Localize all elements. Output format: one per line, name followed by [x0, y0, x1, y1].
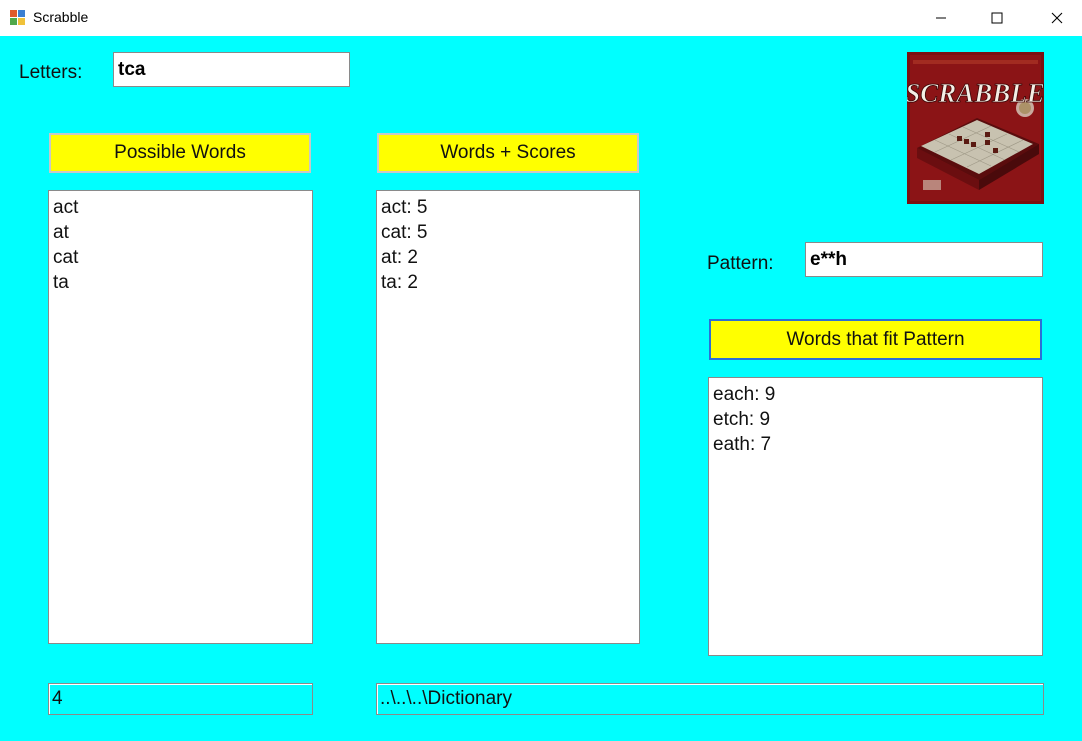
list-item[interactable]: act — [53, 195, 308, 220]
possible-words-button[interactable]: Possible Words — [49, 133, 311, 173]
list-item[interactable]: at: 2 — [381, 245, 635, 270]
maximize-button[interactable] — [974, 0, 1020, 36]
possible-words-list[interactable]: act at cat ta — [48, 190, 313, 644]
list-item[interactable]: each: 9 — [713, 382, 1038, 407]
list-item[interactable]: etch: 9 — [713, 407, 1038, 432]
list-item[interactable]: eath: 7 — [713, 432, 1038, 457]
close-icon — [1051, 12, 1063, 24]
pattern-label: Pattern: — [707, 253, 774, 274]
word-count-box: 4 — [48, 683, 313, 715]
pattern-words-list[interactable]: each: 9 etch: 9 eath: 7 — [708, 377, 1043, 656]
words-fit-pattern-button[interactable]: Words that fit Pattern — [709, 319, 1042, 360]
minimize-icon — [936, 17, 946, 19]
list-item[interactable]: ta: 2 — [381, 270, 635, 295]
list-item[interactable]: act: 5 — [381, 195, 635, 220]
window-title: Scrabble — [33, 9, 89, 25]
list-item[interactable]: ta — [53, 270, 308, 295]
list-item[interactable]: at — [53, 220, 308, 245]
letters-input[interactable]: tca — [113, 52, 350, 87]
dictionary-path-box: ..\..\..\Dictionary — [376, 683, 1044, 715]
words-scores-list[interactable]: act: 5 cat: 5 at: 2 ta: 2 — [376, 190, 640, 644]
close-button[interactable] — [1034, 0, 1080, 36]
scrabble-logo-text: SCRABBLE — [907, 78, 1044, 108]
pattern-input[interactable]: e**h — [805, 242, 1043, 277]
minimize-button[interactable] — [918, 0, 964, 36]
list-item[interactable]: cat — [53, 245, 308, 270]
scrabble-box-image: SCRABBLE — [907, 52, 1044, 204]
title-bar: Scrabble — [0, 0, 1082, 36]
list-item[interactable]: cat: 5 — [381, 220, 635, 245]
form-client-area: Letters: tca Possible Words Words + Scor… — [0, 36, 1082, 741]
words-scores-button[interactable]: Words + Scores — [377, 133, 639, 173]
app-icon — [10, 10, 26, 26]
maximize-icon — [991, 12, 1003, 24]
scrabble-box-art: SCRABBLE — [907, 52, 1044, 204]
letters-label: Letters: — [19, 62, 83, 83]
